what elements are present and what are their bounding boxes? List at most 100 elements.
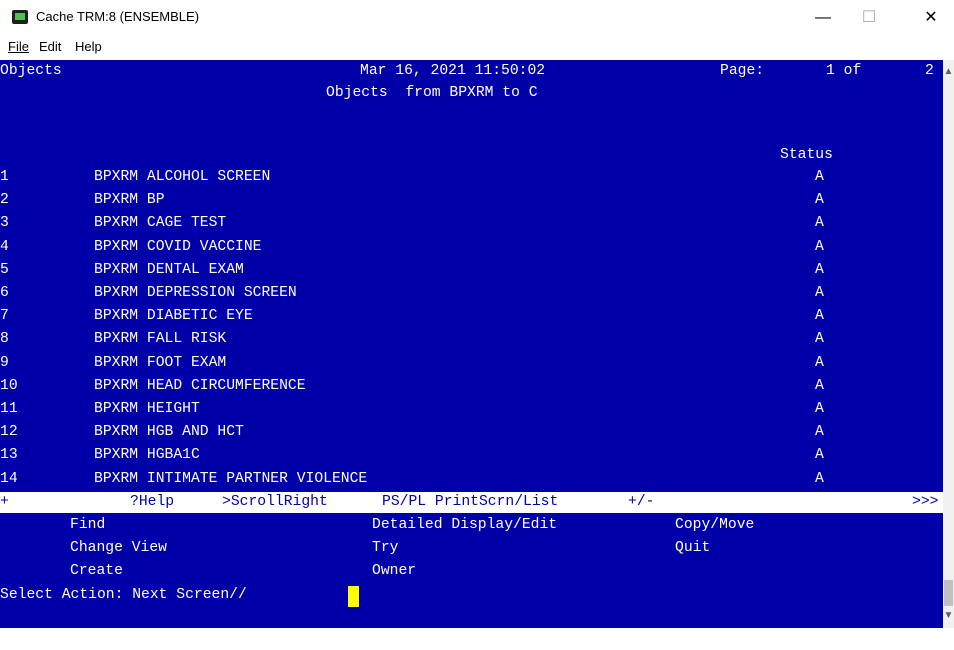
action-detailed[interactable]: Detailed Display/Edit [372, 514, 557, 536]
item-number: 9 [0, 354, 9, 371]
page-total: 2 [925, 63, 934, 79]
item-status: A [815, 447, 824, 464]
item-number: 3 [0, 215, 9, 232]
help-scroll-right[interactable]: >ScrollRight [222, 492, 328, 513]
list-item[interactable]: 9 BPXRM FOOT EXAM A [0, 352, 943, 374]
action-row-2: Change View Try Quit [0, 537, 710, 559]
item-number: 6 [0, 285, 9, 301]
action-prompt[interactable]: Select Action: Next Screen// [0, 584, 256, 606]
maximize-button[interactable]: ☐ [846, 0, 892, 36]
item-name: BPXRM DEPRESSION SCREEN [94, 285, 297, 301]
item-name: BPXRM HEAD CIRCUMFERENCE [94, 377, 306, 394]
item-name: BPXRM CAGE TEST [94, 215, 227, 232]
column-header-line: Status [0, 144, 833, 166]
header-datetime: Mar 16, 2021 11:50:02 [360, 63, 546, 79]
item-number: 7 [0, 308, 9, 325]
item-name: BPXRM ALCOHOL SCREEN [94, 169, 271, 185]
item-number: 13 [0, 447, 18, 464]
item-number: 10 [0, 377, 18, 394]
item-number: 14 [0, 470, 18, 487]
item-status: A [815, 470, 824, 487]
help-more[interactable]: >>> [912, 492, 938, 513]
action-row-1: Find Detailed Display/Edit Copy/Move [0, 514, 754, 536]
item-name: BPXRM BP [94, 192, 165, 209]
help-question[interactable]: ?Help [130, 492, 174, 513]
section-title: Objects [0, 63, 62, 79]
header-line: Objects Mar 16, 2021 11:50:02 Page: 1 of… [0, 60, 943, 82]
list-item[interactable]: 4 BPXRM COVID VACCINE A [0, 236, 943, 258]
item-name: BPXRM HEIGHT [94, 401, 200, 417]
list-item[interactable]: 8 BPXRM FALL RISK A [0, 328, 943, 350]
help-plus[interactable]: + [0, 492, 9, 513]
vertical-scrollbar[interactable]: ▲ ▼ [943, 60, 954, 628]
terminal-screen[interactable]: Objects Mar 16, 2021 11:50:02 Page: 1 of… [0, 60, 943, 628]
item-name: BPXRM COVID VACCINE [94, 238, 262, 255]
menu-file[interactable]: File [8, 39, 29, 54]
item-status: A [815, 377, 824, 394]
list-subtitle: Objects from BPXRM to C [326, 85, 538, 101]
help-bar: + ?Help >ScrollRight PS/PL PrintScrn/Lis… [0, 492, 943, 513]
list-item[interactable]: 1 BPXRM ALCOHOL SCREEN A [0, 166, 943, 188]
minimize-button[interactable]: — [800, 0, 846, 36]
page-number: 1 of [826, 63, 862, 79]
menu-help[interactable]: Help [75, 39, 102, 54]
item-status: A [815, 261, 824, 278]
terminal-app-icon [12, 10, 28, 24]
help-plusminus[interactable]: +/- [628, 492, 654, 513]
item-number: 8 [0, 331, 9, 348]
item-name: BPXRM DENTAL EXAM [94, 261, 244, 278]
status-column-header: Status [780, 147, 833, 163]
action-find[interactable]: Find [70, 514, 105, 536]
action-quit[interactable]: Quit [675, 537, 710, 559]
list-item[interactable]: 12 BPXRM HGB AND HCT A [0, 421, 943, 443]
item-status: A [815, 285, 824, 301]
list-item[interactable]: 6 BPXRM DEPRESSION SCREEN A [0, 282, 943, 304]
menu-edit[interactable]: Edit [39, 39, 61, 54]
subtitle-line: Objects from BPXRM to C [0, 82, 538, 104]
list-item[interactable]: 14 BPXRM INTIMATE PARTNER VIOLENCE A [0, 468, 943, 490]
item-number: 1 [0, 169, 9, 185]
close-button[interactable]: ✕ [908, 0, 954, 36]
action-owner[interactable]: Owner [372, 560, 416, 582]
item-number: 11 [0, 401, 18, 417]
action-change-view[interactable]: Change View [70, 537, 167, 559]
action-copy-move[interactable]: Copy/Move [675, 514, 754, 536]
item-status: A [815, 308, 824, 325]
item-name: BPXRM HGB AND HCT [94, 424, 244, 441]
scroll-up-arrow-icon[interactable]: ▲ [943, 66, 954, 80]
item-status: A [815, 331, 824, 348]
item-number: 5 [0, 261, 9, 278]
item-status: A [815, 401, 824, 417]
window-title: Cache TRM:8 (ENSEMBLE) [36, 9, 200, 24]
action-row-3: Create Owner [0, 560, 416, 582]
item-status: A [815, 238, 824, 255]
list-item[interactable]: 3 BPXRM CAGE TEST A [0, 212, 943, 234]
item-number: 4 [0, 238, 9, 255]
help-print[interactable]: PS/PL PrintScrn/List [382, 492, 558, 513]
list-item[interactable]: 13 BPXRM HGBA1C A [0, 444, 943, 466]
list-item[interactable]: 7 BPXRM DIABETIC EYE A [0, 305, 943, 327]
list-item[interactable]: 11 BPXRM HEIGHT A [0, 398, 943, 420]
list-item[interactable]: 10 BPXRM HEAD CIRCUMFERENCE A [0, 375, 943, 397]
window-titlebar: Cache TRM:8 (ENSEMBLE) — ☐ ✕ [0, 0, 954, 38]
item-name: BPXRM DIABETIC EYE [94, 308, 253, 325]
item-status: A [815, 192, 824, 209]
prompt-line: Select Action: Next Screen// [0, 584, 247, 606]
item-name: BPXRM FOOT EXAM [94, 354, 227, 371]
action-try[interactable]: Try [372, 537, 398, 559]
item-number: 12 [0, 424, 18, 441]
scroll-down-arrow-icon[interactable]: ▼ [943, 610, 954, 624]
scroll-thumb[interactable] [944, 580, 953, 606]
item-number: 2 [0, 192, 9, 209]
item-name: BPXRM HGBA1C [94, 447, 200, 464]
page-label: Page: [720, 63, 765, 79]
list-item[interactable]: 2 BPXRM BP A [0, 189, 943, 211]
item-status: A [815, 424, 824, 441]
list-item[interactable]: 5 BPXRM DENTAL EXAM A [0, 259, 943, 281]
action-create[interactable]: Create [70, 560, 123, 582]
menu-file-label: File [8, 39, 29, 54]
item-name: BPXRM INTIMATE PARTNER VIOLENCE [94, 470, 368, 487]
item-status: A [815, 169, 824, 185]
menu-bar: File Edit Help [0, 38, 954, 58]
item-name: BPXRM FALL RISK [94, 331, 227, 348]
